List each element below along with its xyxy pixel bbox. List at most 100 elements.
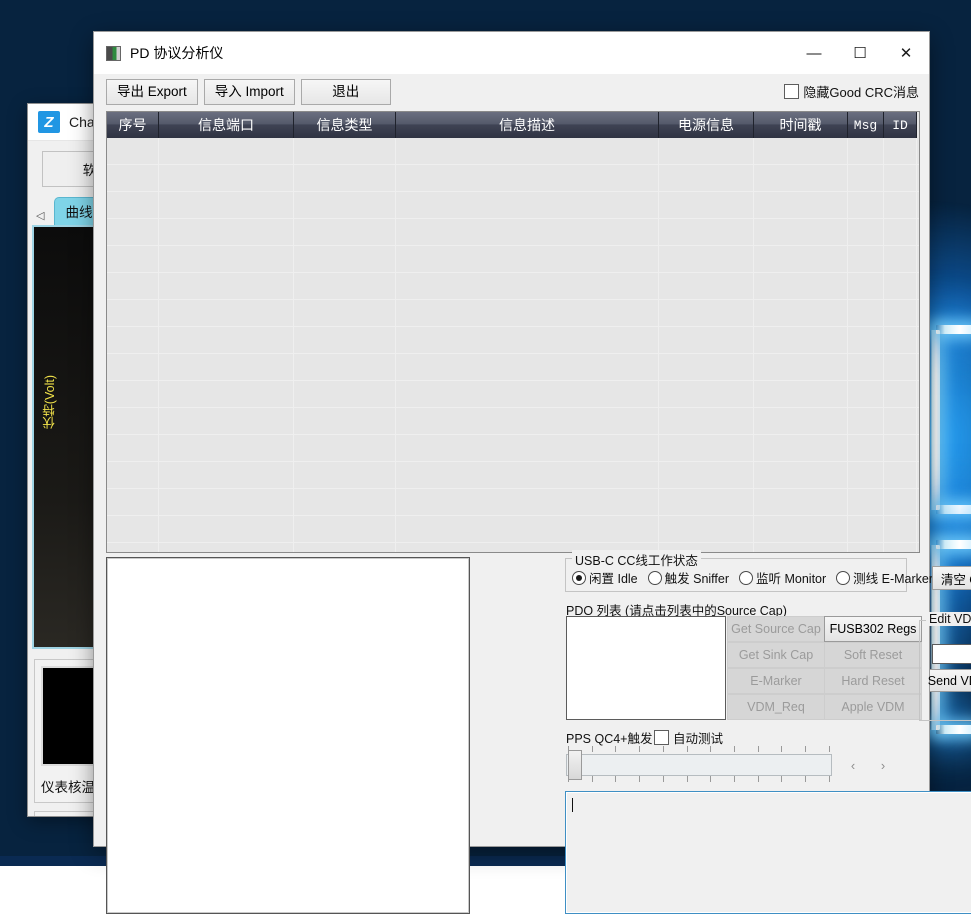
- radio-dot-icon[interactable]: [648, 571, 662, 585]
- table-row[interactable]: [107, 543, 919, 553]
- tab-scroll-left-icon[interactable]: ◁: [34, 209, 50, 225]
- cc-radio-label: 测线 E-Marker: [853, 568, 933, 587]
- message-input-textarea[interactable]: ⌃ ⌄: [565, 791, 971, 914]
- wallpaper-logo-bar-4: [936, 505, 971, 514]
- slider-tick: [639, 746, 640, 752]
- table-row[interactable]: [107, 408, 919, 435]
- table-cell: [848, 273, 884, 299]
- cc-radio-0[interactable]: 闲置 Idle: [572, 568, 638, 587]
- message-detail-panel[interactable]: [106, 557, 470, 914]
- slider-tick: [663, 776, 664, 782]
- auto-test-checkbox[interactable]: 自动测试: [654, 728, 723, 747]
- table-cell: [159, 516, 294, 542]
- table-cell: [754, 219, 848, 245]
- table-row[interactable]: [107, 354, 919, 381]
- hide-good-crc-checkbox-box[interactable]: [784, 84, 799, 99]
- column-header-0[interactable]: 序号: [107, 112, 159, 138]
- message-log-header: 序号信息端口信息类型信息描述电源信息时间戳MsgID: [107, 112, 919, 138]
- column-header-1[interactable]: 信息端口: [159, 112, 294, 138]
- message-log-table[interactable]: 序号信息端口信息类型信息描述电源信息时间戳MsgID: [106, 111, 920, 553]
- cc-state-radios[interactable]: 闲置 Idle 触发 Sniffer 监听 Monitor 测线 E-Marker: [572, 568, 933, 587]
- export-button[interactable]: 导出 Export: [106, 79, 198, 105]
- close-icon[interactable]: ✕: [883, 32, 929, 74]
- slider-tick: [710, 746, 711, 752]
- column-header-3[interactable]: 信息描述: [396, 112, 659, 138]
- pdo-list[interactable]: [566, 616, 726, 720]
- vdm-input[interactable]: [932, 644, 971, 664]
- table-cell: [159, 462, 294, 488]
- table-row[interactable]: [107, 462, 919, 489]
- column-header-5[interactable]: 时间戳: [754, 112, 848, 138]
- table-cell: [294, 300, 396, 326]
- cc-radio-1[interactable]: 触发 Sniffer: [648, 568, 729, 587]
- table-row[interactable]: [107, 219, 919, 246]
- pps-slider[interactable]: [566, 746, 832, 782]
- auto-test-checkbox-box[interactable]: [654, 730, 669, 745]
- table-cell: [294, 327, 396, 353]
- table-cell: [396, 516, 659, 542]
- table-cell: [884, 246, 917, 272]
- cc-radio-3[interactable]: 测线 E-Marker: [836, 568, 933, 587]
- table-cell: [884, 462, 917, 488]
- table-cell: [754, 354, 848, 380]
- pdo-button-get-source-cap: Get Source Cap: [727, 616, 825, 642]
- slider-tick: [829, 746, 830, 752]
- table-cell: [159, 273, 294, 299]
- table-cell: [294, 273, 396, 299]
- slider-tick: [758, 776, 759, 782]
- radio-dot-icon[interactable]: [739, 571, 753, 585]
- table-cell: [107, 408, 159, 434]
- table-cell: [159, 165, 294, 191]
- radio-dot-icon[interactable]: [836, 571, 850, 585]
- pd-analyzer-window[interactable]: PD 协议分析仪 — ☐ ✕ 导出 Export 导入 Import 退出 隐藏…: [94, 32, 929, 846]
- slider-tick: [758, 746, 759, 752]
- table-row[interactable]: [107, 165, 919, 192]
- table-row[interactable]: [107, 516, 919, 543]
- table-row[interactable]: [107, 246, 919, 273]
- send-vdm-button[interactable]: Send VDM: [929, 669, 971, 692]
- table-cell: [848, 489, 884, 515]
- table-cell: [396, 489, 659, 515]
- column-header-6[interactable]: Msg: [848, 112, 884, 138]
- pdo-button-vdm-req: VDM_Req: [727, 694, 825, 720]
- table-row[interactable]: [107, 489, 919, 516]
- pps-slider-track[interactable]: [566, 754, 832, 776]
- wallpaper-logo-bar-3: [936, 325, 971, 334]
- table-row[interactable]: [107, 381, 919, 408]
- table-cell: [396, 462, 659, 488]
- table-row[interactable]: [107, 273, 919, 300]
- pdo-button-fusb302-regs[interactable]: FUSB302 Regs: [824, 616, 922, 642]
- table-row[interactable]: [107, 435, 919, 462]
- table-row[interactable]: [107, 300, 919, 327]
- pps-step-down-icon[interactable]: ‹: [842, 756, 864, 774]
- table-cell: [396, 327, 659, 353]
- table-cell: [884, 165, 917, 191]
- cc-radio-2[interactable]: 监听 Monitor: [739, 568, 826, 587]
- radio-dot-icon[interactable]: [572, 571, 586, 585]
- quit-button[interactable]: 退出: [301, 79, 391, 105]
- column-header-7[interactable]: ID: [884, 112, 917, 138]
- table-cell: [396, 435, 659, 461]
- import-button[interactable]: 导入 Import: [204, 79, 295, 105]
- table-row[interactable]: [107, 192, 919, 219]
- pps-step-up-icon[interactable]: ›: [872, 756, 894, 774]
- table-row[interactable]: [107, 138, 919, 165]
- slider-tick: [687, 776, 688, 782]
- table-cell: [848, 516, 884, 542]
- table-cell: [396, 408, 659, 434]
- maximize-icon[interactable]: ☐: [837, 32, 883, 74]
- clear-button[interactable]: 清空 Clear: [932, 566, 971, 590]
- wallpaper-logo-bar-5: [936, 540, 971, 549]
- column-header-2[interactable]: 信息类型: [294, 112, 396, 138]
- hide-good-crc-checkbox[interactable]: 隐藏Good CRC消息: [784, 82, 919, 101]
- column-header-4[interactable]: 电源信息: [659, 112, 754, 138]
- table-cell: [294, 246, 396, 272]
- minimize-icon[interactable]: —: [791, 32, 837, 74]
- cc-state-legend: USB-C CC线工作状态: [572, 550, 701, 569]
- table-cell: [884, 219, 917, 245]
- message-log-body[interactable]: [107, 138, 919, 552]
- table-cell: [659, 408, 754, 434]
- table-row[interactable]: [107, 327, 919, 354]
- table-cell: [848, 327, 884, 353]
- table-cell: [848, 462, 884, 488]
